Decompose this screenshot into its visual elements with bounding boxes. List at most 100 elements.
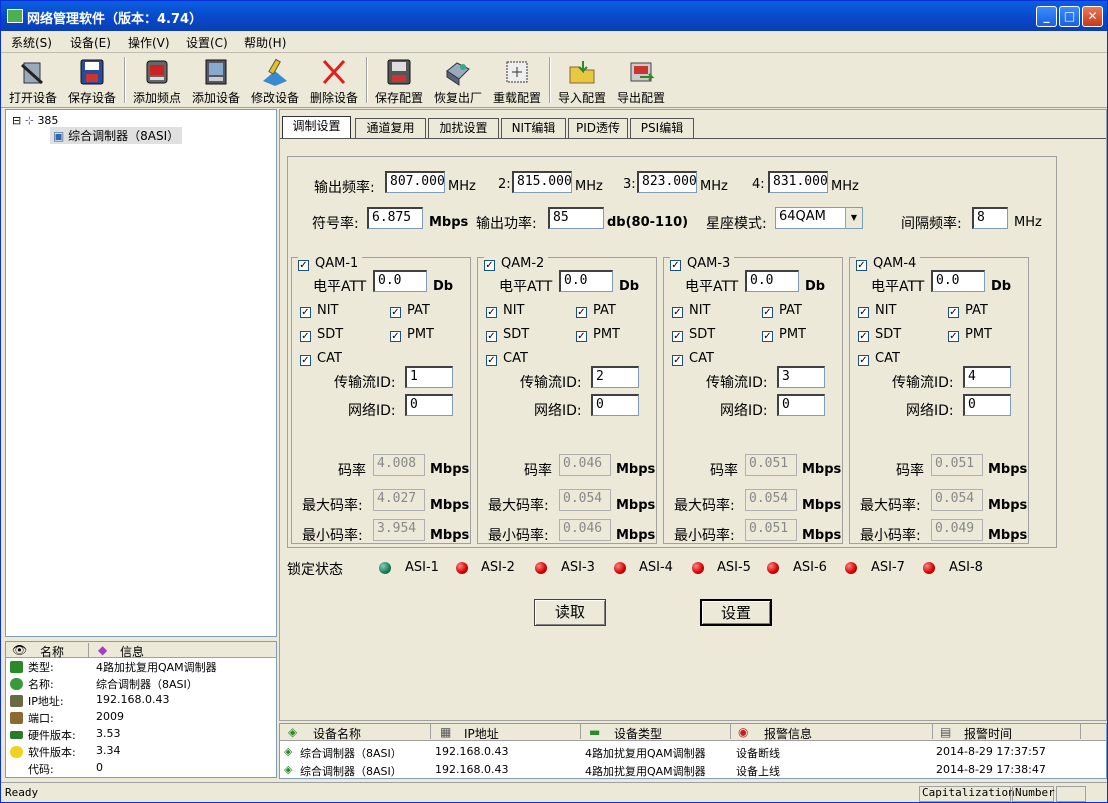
cat-checkbox[interactable]: ✓ CAT <box>858 351 900 366</box>
att-input[interactable]: 0.0 <box>373 270 427 292</box>
alarm-col-device[interactable]: 设备名称 <box>313 725 361 742</box>
sdt-checkbox[interactable]: ✓ SDT <box>300 327 343 342</box>
symrate-input[interactable]: 6.875 <box>367 207 423 229</box>
props-col-info[interactable]: 信息 <box>120 643 144 660</box>
minimize-button[interactable]: _ <box>1036 6 1057 27</box>
menu-system[interactable]: 系统(S) <box>11 34 52 51</box>
alarm-col-time[interactable]: 报警时间 <box>964 725 1012 742</box>
set-button[interactable]: 设置 <box>700 599 772 626</box>
sdt-checkbox[interactable]: ✓ SDT <box>858 327 901 342</box>
save-device-button[interactable]: 保存设备 <box>63 55 121 105</box>
window-title: 网络管理软件（版本：4.74） <box>27 12 203 27</box>
calendar-icon: ▤ <box>940 725 952 739</box>
att-input[interactable]: 0.0 <box>931 270 985 292</box>
prop-row: 硬件版本: 3.53 <box>8 727 274 744</box>
props-col-name[interactable]: 名称 <box>40 643 64 660</box>
nit-checkbox[interactable]: ✓ NIT <box>858 303 897 318</box>
sdt-checkbox[interactable]: ✓ SDT <box>486 327 529 342</box>
freq2-input[interactable]: 815.000 <box>512 171 572 193</box>
freq1-input[interactable]: 807.000 <box>385 171 445 193</box>
interval-label: 间隔频率: <box>901 216 962 232</box>
qam-enable-checkbox[interactable]: ✓ QAM-2 <box>484 256 549 271</box>
menu-bar: 系统(S) 设备(E) 操作(V) 设置(C) 帮助(H) <box>1 31 1107 53</box>
tab-nit[interactable]: NIT编辑 <box>501 118 566 138</box>
menu-help[interactable]: 帮助(H) <box>244 34 286 51</box>
tab-multiplex[interactable]: 通道复用 <box>355 118 426 138</box>
edit-device-button[interactable]: 修改设备 <box>246 55 304 105</box>
checkbox-icon: ✓ <box>948 331 959 342</box>
nit-checkbox[interactable]: ✓ NIT <box>486 303 525 318</box>
nit-checkbox[interactable]: ✓ NIT <box>300 303 339 318</box>
alarm-row[interactable]: ◈ 综合调制器（8ASI） 192.168.0.43 4路加扰复用QAM调制器 … <box>280 760 1106 778</box>
reload-config-button[interactable]: 重载配置 <box>488 55 546 105</box>
menu-device[interactable]: 设备(E) <box>70 34 111 51</box>
pmt-checkbox[interactable]: ✓ PMT <box>762 327 806 342</box>
pmt-checkbox[interactable]: ✓ PMT <box>576 327 620 342</box>
save-config-button[interactable]: 保存配置 <box>370 55 428 105</box>
alarm-col-ip[interactable]: IP地址 <box>464 725 499 742</box>
tsid-input[interactable]: 4 <box>963 366 1011 388</box>
add-frequency-button[interactable]: 添加频点 <box>128 55 186 105</box>
netid-input[interactable]: 0 <box>777 394 825 416</box>
device-icon: ▣ <box>53 129 65 143</box>
max-rate-field: 0.054 <box>931 489 983 511</box>
tab-scramble[interactable]: 加扰设置 <box>428 118 499 138</box>
tree-root-node[interactable]: ⊟ ⊹ 385 <box>12 114 58 127</box>
freq4-input[interactable]: 831.000 <box>768 171 828 193</box>
qam-enable-checkbox[interactable]: ✓ QAM-1 <box>298 256 363 271</box>
read-button[interactable]: 读取 <box>534 599 606 626</box>
bulb-icon <box>10 746 23 758</box>
tsid-input[interactable]: 1 <box>405 366 453 388</box>
delete-device-button[interactable]: 删除设备 <box>305 55 363 105</box>
menu-settings[interactable]: 设置(C) <box>186 34 228 51</box>
nit-checkbox[interactable]: ✓ NIT <box>672 303 711 318</box>
pat-checkbox[interactable]: ✓ PAT <box>576 303 616 318</box>
factory-reset-button[interactable]: 恢复出厂 <box>429 55 487 105</box>
alarm-col-type[interactable]: 设备类型 <box>614 725 662 742</box>
pat-checkbox[interactable]: ✓ PAT <box>948 303 988 318</box>
pmt-checkbox[interactable]: ✓ PMT <box>390 327 434 342</box>
pat-checkbox[interactable]: ✓ PAT <box>390 303 430 318</box>
tab-psi[interactable]: PSI编辑 <box>630 118 694 138</box>
att-input[interactable]: 0.0 <box>559 270 613 292</box>
add-device-button[interactable]: 添加设备 <box>187 55 245 105</box>
min-rate-label: 最小码率: <box>488 528 549 544</box>
netid-input[interactable]: 0 <box>591 394 639 416</box>
netid-input[interactable]: 0 <box>405 394 453 416</box>
close-button[interactable]: ✕ <box>1082 6 1103 27</box>
checkbox-icon: ✓ <box>858 307 869 318</box>
cat-checkbox[interactable]: ✓ CAT <box>300 351 342 366</box>
tab-modulation[interactable]: 调制设置 <box>282 116 351 138</box>
asi-1-label: ASI-1 <box>405 560 439 575</box>
constellation-select[interactable]: 64QAM ▼ <box>775 207 863 229</box>
tree-device-node[interactable]: ▣ 综合调制器（8ASI） <box>50 127 183 144</box>
att-input[interactable]: 0.0 <box>745 270 799 292</box>
asi-2-label: ASI-2 <box>481 560 515 575</box>
prop-row: 代码: 0 <box>28 761 103 776</box>
tsid-input[interactable]: 2 <box>591 366 639 388</box>
alarm-row[interactable]: ◈ 综合调制器（8ASI） 192.168.0.43 4路加扰复用QAM调制器 … <box>280 742 1106 760</box>
qam-enable-checkbox[interactable]: ✓ QAM-3 <box>670 256 735 271</box>
qam-group-1: ✓ QAM-1 电平ATT 0.0 Db ✓ NIT ✓ PAT ✓ SDT ✓ PMT ✓ CAT 传输流I… <box>291 256 471 544</box>
import-config-button[interactable]: 导入配置 <box>553 55 611 105</box>
menu-operation[interactable]: 操作(V) <box>128 34 170 51</box>
checkbox-icon: ✓ <box>858 355 869 366</box>
tab-pid[interactable]: PID透传 <box>568 118 628 138</box>
export-config-button[interactable]: 导出配置 <box>612 55 670 105</box>
alarm-col-info[interactable]: 报警信息 <box>764 725 812 742</box>
power-input[interactable]: 85 <box>548 207 604 229</box>
cat-checkbox[interactable]: ✓ CAT <box>672 351 714 366</box>
pmt-checkbox[interactable]: ✓ PMT <box>948 327 992 342</box>
checkbox-icon: ✓ <box>486 331 497 342</box>
freq3-input[interactable]: 823.000 <box>637 171 697 193</box>
pat-checkbox[interactable]: ✓ PAT <box>762 303 802 318</box>
open-device-button[interactable]: 打开设备 <box>4 55 62 105</box>
power-label: 输出功率: <box>476 216 537 232</box>
interval-input[interactable]: 8 <box>972 207 1008 229</box>
tsid-input[interactable]: 3 <box>777 366 825 388</box>
maximize-button[interactable]: □ <box>1059 6 1080 27</box>
qam-enable-checkbox[interactable]: ✓ QAM-4 <box>856 256 921 271</box>
cat-checkbox[interactable]: ✓ CAT <box>486 351 528 366</box>
netid-input[interactable]: 0 <box>963 394 1011 416</box>
sdt-checkbox[interactable]: ✓ SDT <box>672 327 715 342</box>
